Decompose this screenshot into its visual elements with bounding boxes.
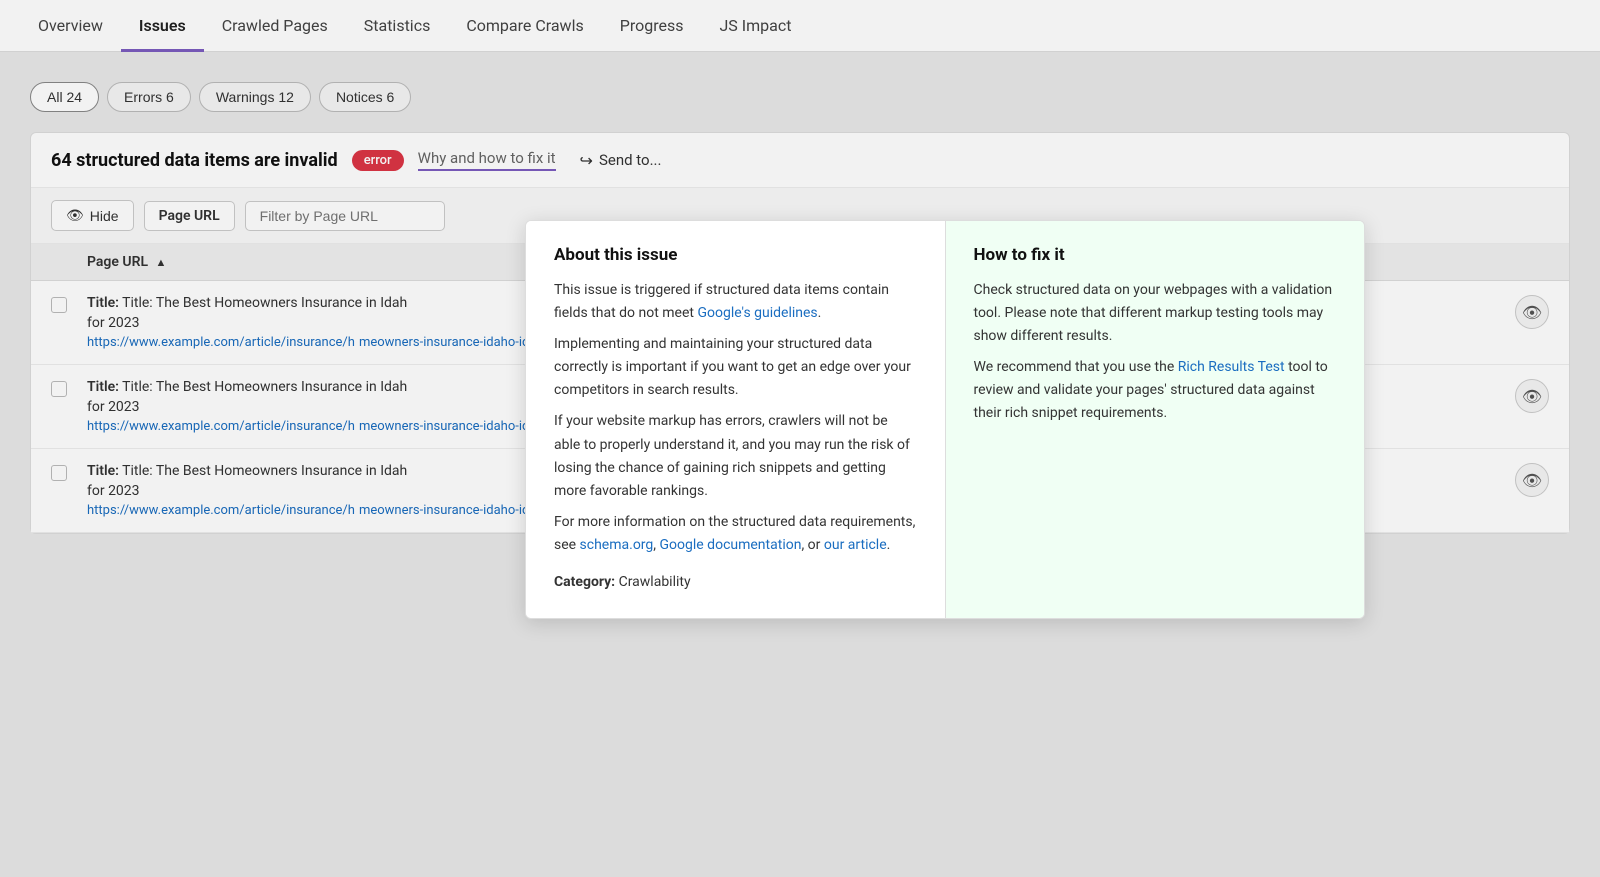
google-doc-link[interactable]: Google documentation [660,537,802,553]
tooltip-fix-title: How to fix it [974,245,1337,265]
tooltip-about-text: This issue is triggered if structured da… [554,279,917,594]
category-value: Crawlability [619,574,691,590]
tooltip-about-title: About this issue [554,245,917,265]
schema-org-link[interactable]: schema.org [580,537,654,553]
tooltip-right-panel: How to fix it Check structured data on y… [946,221,1365,618]
our-article-link[interactable]: our article [824,537,887,553]
tooltip-left-panel: About this issue This issue is triggered… [526,221,946,618]
googles-guidelines-link[interactable]: Google's guidelines [697,305,817,321]
rich-results-link[interactable]: Rich Results Test [1178,359,1285,375]
category-label: Category: [554,574,615,590]
tooltip-fix-text: Check structured data on your webpages w… [974,279,1337,426]
tooltip-popup: About this issue This issue is triggered… [525,220,1365,619]
